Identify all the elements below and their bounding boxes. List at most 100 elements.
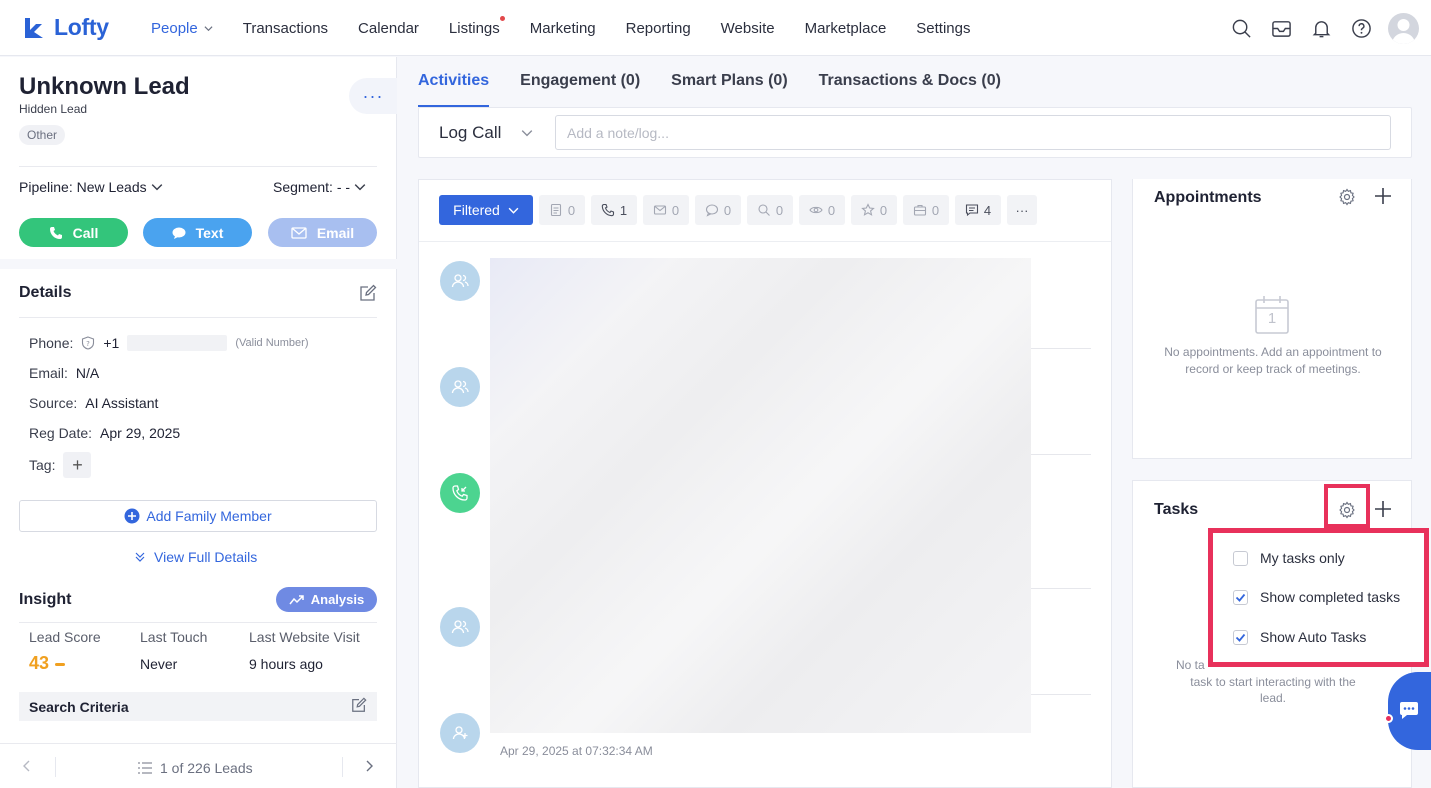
user-avatar[interactable] [1388,12,1419,44]
phone-icon [49,226,62,239]
nav-calendar[interactable]: Calendar [343,0,434,56]
source-value: AI Assistant [85,395,159,411]
filter-calls-count: 1 [619,202,628,218]
last-website-visit-label: Last Website Visit [249,629,360,645]
tab-smart-plans[interactable]: Smart Plans (0) [671,57,787,107]
checkbox-checked[interactable] [1233,589,1248,605]
checkbox-checked[interactable] [1233,629,1248,645]
inbox-icon[interactable] [1268,10,1294,46]
filtered-dropdown[interactable]: Filtered [439,195,533,225]
phone-prefix: +1 [103,335,120,351]
bell-icon[interactable] [1308,10,1334,46]
nav-marketing[interactable]: Marketing [515,0,611,56]
appointments-card: Appointments 1 No appointments. Add an a… [1132,179,1412,459]
nav-website[interactable]: Website [706,0,790,56]
top-nav: Lofty People Transactions Calendar Listi… [0,0,1431,56]
log-type-label: Log Call [439,123,502,142]
nav-people[interactable]: People [136,0,228,56]
score-trend-indicator [55,663,66,666]
add-family-member-button[interactable]: Add Family Member [19,500,377,532]
add-task-icon[interactable] [1373,499,1393,519]
appointments-empty-text: No appointments. Add an appointment to r… [1164,345,1382,376]
divider [55,757,56,777]
chevron-down-icon [522,130,533,137]
list-icon [138,762,152,774]
filter-calls[interactable]: 1 [591,195,637,225]
add-tag-button[interactable]: + [63,452,92,478]
chat-support-button[interactable] [1384,672,1431,750]
tab-transactions-docs[interactable]: Transactions & Docs (0) [819,57,1001,107]
analysis-button[interactable]: Analysis [276,587,377,612]
filter-texts[interactable]: 0 [695,195,741,225]
lead-subtitle: Hidden Lead [19,102,88,116]
divider [19,622,377,623]
lead-score-number: 43 [29,653,50,673]
filter-messages-count: 4 [983,202,992,218]
email-button[interactable]: Email [268,218,377,247]
option-show-completed-tasks[interactable]: Show completed tasks [1233,589,1400,605]
nav-transactions[interactable]: Transactions [228,0,343,56]
nav-calendar-label: Calendar [358,19,419,37]
filter-notes-count: 0 [567,202,576,218]
search-icon[interactable] [1228,10,1254,46]
help-icon[interactable] [1348,10,1374,46]
filter-searches[interactable]: 0 [747,195,793,225]
search-criteria-row[interactable]: Search Criteria [19,692,377,721]
view-full-details-link[interactable]: View Full Details [134,549,257,565]
filter-transactions[interactable]: 0 [903,195,949,225]
more-options-button[interactable]: ··· [349,78,397,114]
filter-texts-count: 0 [723,202,732,218]
chevron-left-icon[interactable] [20,759,34,773]
nav-reporting[interactable]: Reporting [611,0,706,56]
chevron-down-icon [204,25,213,31]
plus-circle-icon [124,508,140,524]
tab-activities[interactable]: Activities [418,57,490,107]
pager-status[interactable]: 1 of 226 Leads [138,760,253,776]
trend-icon [289,594,304,604]
add-appointment-icon[interactable] [1373,186,1393,206]
edit-icon[interactable] [351,697,367,713]
chat-icon [1400,702,1418,719]
last-website-visit-value: 9 hours ago [249,656,323,672]
call-button-label: Call [72,224,99,241]
redacted-activity-content [490,258,1031,733]
nav-transactions-label: Transactions [242,19,329,37]
checkbox-unchecked[interactable] [1233,550,1248,566]
tasks-empty-text-part1: No ta [1176,658,1205,672]
segment-label: Segment: - - [273,179,351,195]
option-show-auto-tasks[interactable]: Show Auto Tasks [1233,629,1366,645]
text-button[interactable]: Text [143,218,252,247]
divider [19,166,377,167]
filter-emails[interactable]: 0 [643,195,689,225]
details-title: Details [19,284,72,301]
mail-icon [653,205,666,215]
note-input[interactable]: Add a note/log... [555,115,1391,150]
log-type-select[interactable]: Log Call [439,123,533,143]
edit-icon[interactable] [359,284,377,302]
lofty-logo[interactable]: Lofty [22,14,109,41]
nav-marketplace[interactable]: Marketplace [790,0,902,56]
filter-transactions-count: 0 [931,202,940,218]
tab-engagement[interactable]: Engagement (0) [520,57,640,107]
segment-select[interactable]: Segment: - - [273,179,366,195]
option-my-tasks-only[interactable]: My tasks only [1233,550,1345,566]
logo-text: Lofty [54,14,109,40]
star-icon [861,203,875,216]
filter-views[interactable]: 0 [799,195,845,225]
nav-settings[interactable]: Settings [901,0,985,56]
call-button[interactable]: Call [19,218,128,247]
phone-redacted [127,335,228,351]
view-full-details-label: View Full Details [154,549,258,565]
filter-notes[interactable]: 0 [539,195,585,225]
nav-listings[interactable]: Listings [434,0,515,56]
chevron-right-icon[interactable] [362,759,376,773]
filter-more-button[interactable]: ··· [1007,195,1037,225]
filter-favorites[interactable]: 0 [851,195,897,225]
pipeline-select[interactable]: Pipeline: New Leads [19,179,163,195]
nav-website-label: Website [720,19,775,37]
eye-icon [809,206,823,214]
shield-icon: ? [82,336,95,350]
filter-messages[interactable]: 4 [955,195,1001,225]
text-button-label: Text [195,224,224,241]
gear-icon[interactable] [1338,188,1356,206]
